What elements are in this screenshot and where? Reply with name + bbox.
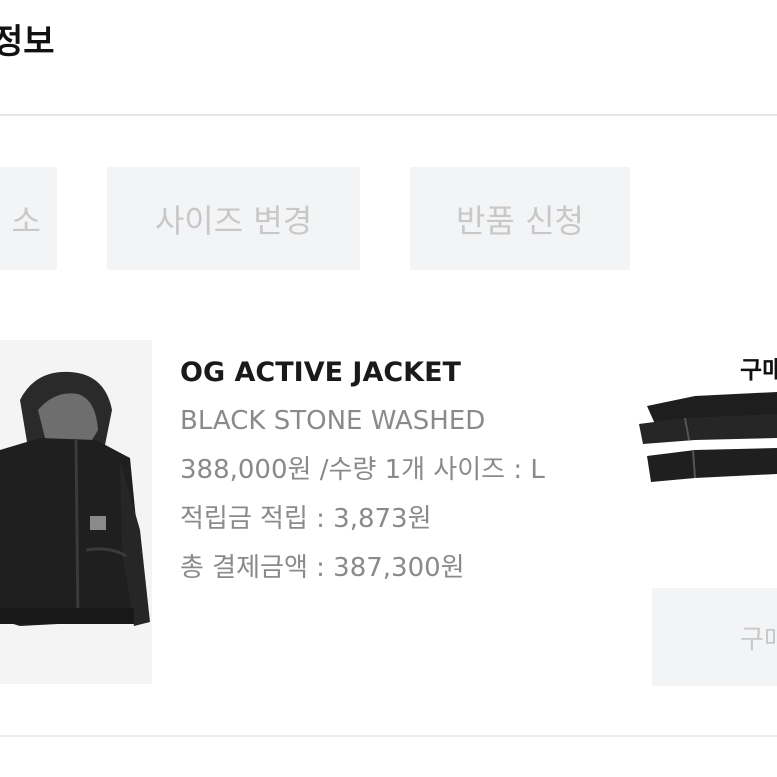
header-divider — [0, 114, 777, 116]
product-price-qty-size: 388,000원 /수량 1개 사이즈 : L — [180, 455, 545, 485]
related-product-image[interactable] — [635, 378, 777, 488]
return-request-button[interactable]: 반품 신청 — [410, 167, 630, 270]
jacket-illustration — [0, 371, 150, 626]
page-title: 정보 — [0, 22, 55, 62]
cancel-button-label: 소 — [11, 201, 41, 240]
product-info: OG ACTIVE JACKET BLACK STONE WASHED 388,… — [180, 348, 545, 593]
purchase-confirm-label: 구매 — [740, 624, 777, 655]
footer-divider — [0, 735, 777, 737]
product-name[interactable]: OG ACTIVE JACKET — [180, 348, 545, 397]
points-earned: 적립금 적립 : 3,873원 — [180, 504, 432, 534]
size-change-button[interactable]: 사이즈 변경 — [107, 167, 360, 270]
size-change-button-label: 사이즈 변경 — [154, 201, 313, 240]
product-color: BLACK STONE WASHED — [180, 406, 486, 436]
return-request-button-label: 반품 신청 — [456, 201, 584, 240]
cancel-button[interactable]: 소 — [0, 167, 57, 270]
purchase-confirm-button[interactable]: 구매 — [652, 588, 777, 686]
product-image[interactable] — [0, 340, 152, 684]
total-payment: 총 결제금액 : 387,300원 — [180, 553, 465, 583]
